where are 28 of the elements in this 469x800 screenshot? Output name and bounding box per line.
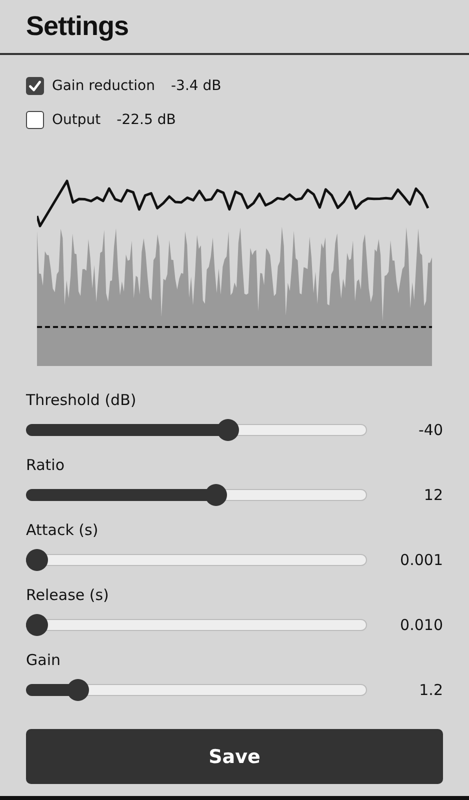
slider[interactable] bbox=[26, 614, 367, 636]
slider-label: Attack (s) bbox=[26, 521, 100, 541]
slider-value: 0.010 bbox=[399, 616, 443, 634]
slider-thumb[interactable] bbox=[26, 614, 48, 636]
checkbox-label: Output bbox=[52, 112, 101, 128]
slider[interactable] bbox=[26, 419, 367, 441]
checkbox-label: Gain reduction bbox=[52, 78, 155, 94]
slider-label: Gain bbox=[26, 651, 62, 671]
slider-label: Ratio bbox=[26, 456, 66, 476]
slider-value: 1.2 bbox=[418, 681, 443, 699]
level-reading: -22.5 dB bbox=[116, 112, 176, 128]
slider-thumb[interactable] bbox=[204, 484, 227, 506]
slider-label: Threshold (dB) bbox=[26, 391, 138, 411]
save-button[interactable]: Save bbox=[26, 729, 443, 784]
slider-value: 0.001 bbox=[399, 551, 443, 569]
slider[interactable] bbox=[26, 679, 367, 701]
checkbox[interactable] bbox=[26, 77, 44, 95]
slider-value: 12 bbox=[422, 486, 443, 504]
page-title: Settings bbox=[26, 11, 129, 42]
slider[interactable] bbox=[26, 549, 367, 571]
checkbox[interactable] bbox=[26, 111, 44, 129]
slider-thumb[interactable] bbox=[217, 419, 240, 441]
slider-thumb[interactable] bbox=[67, 679, 90, 701]
slider-value: -40 bbox=[418, 421, 443, 439]
slider-label: Release (s) bbox=[26, 586, 110, 606]
slider-thumb[interactable] bbox=[26, 549, 48, 571]
level-reading: -3.4 dB bbox=[170, 78, 222, 94]
slider[interactable] bbox=[26, 484, 367, 506]
